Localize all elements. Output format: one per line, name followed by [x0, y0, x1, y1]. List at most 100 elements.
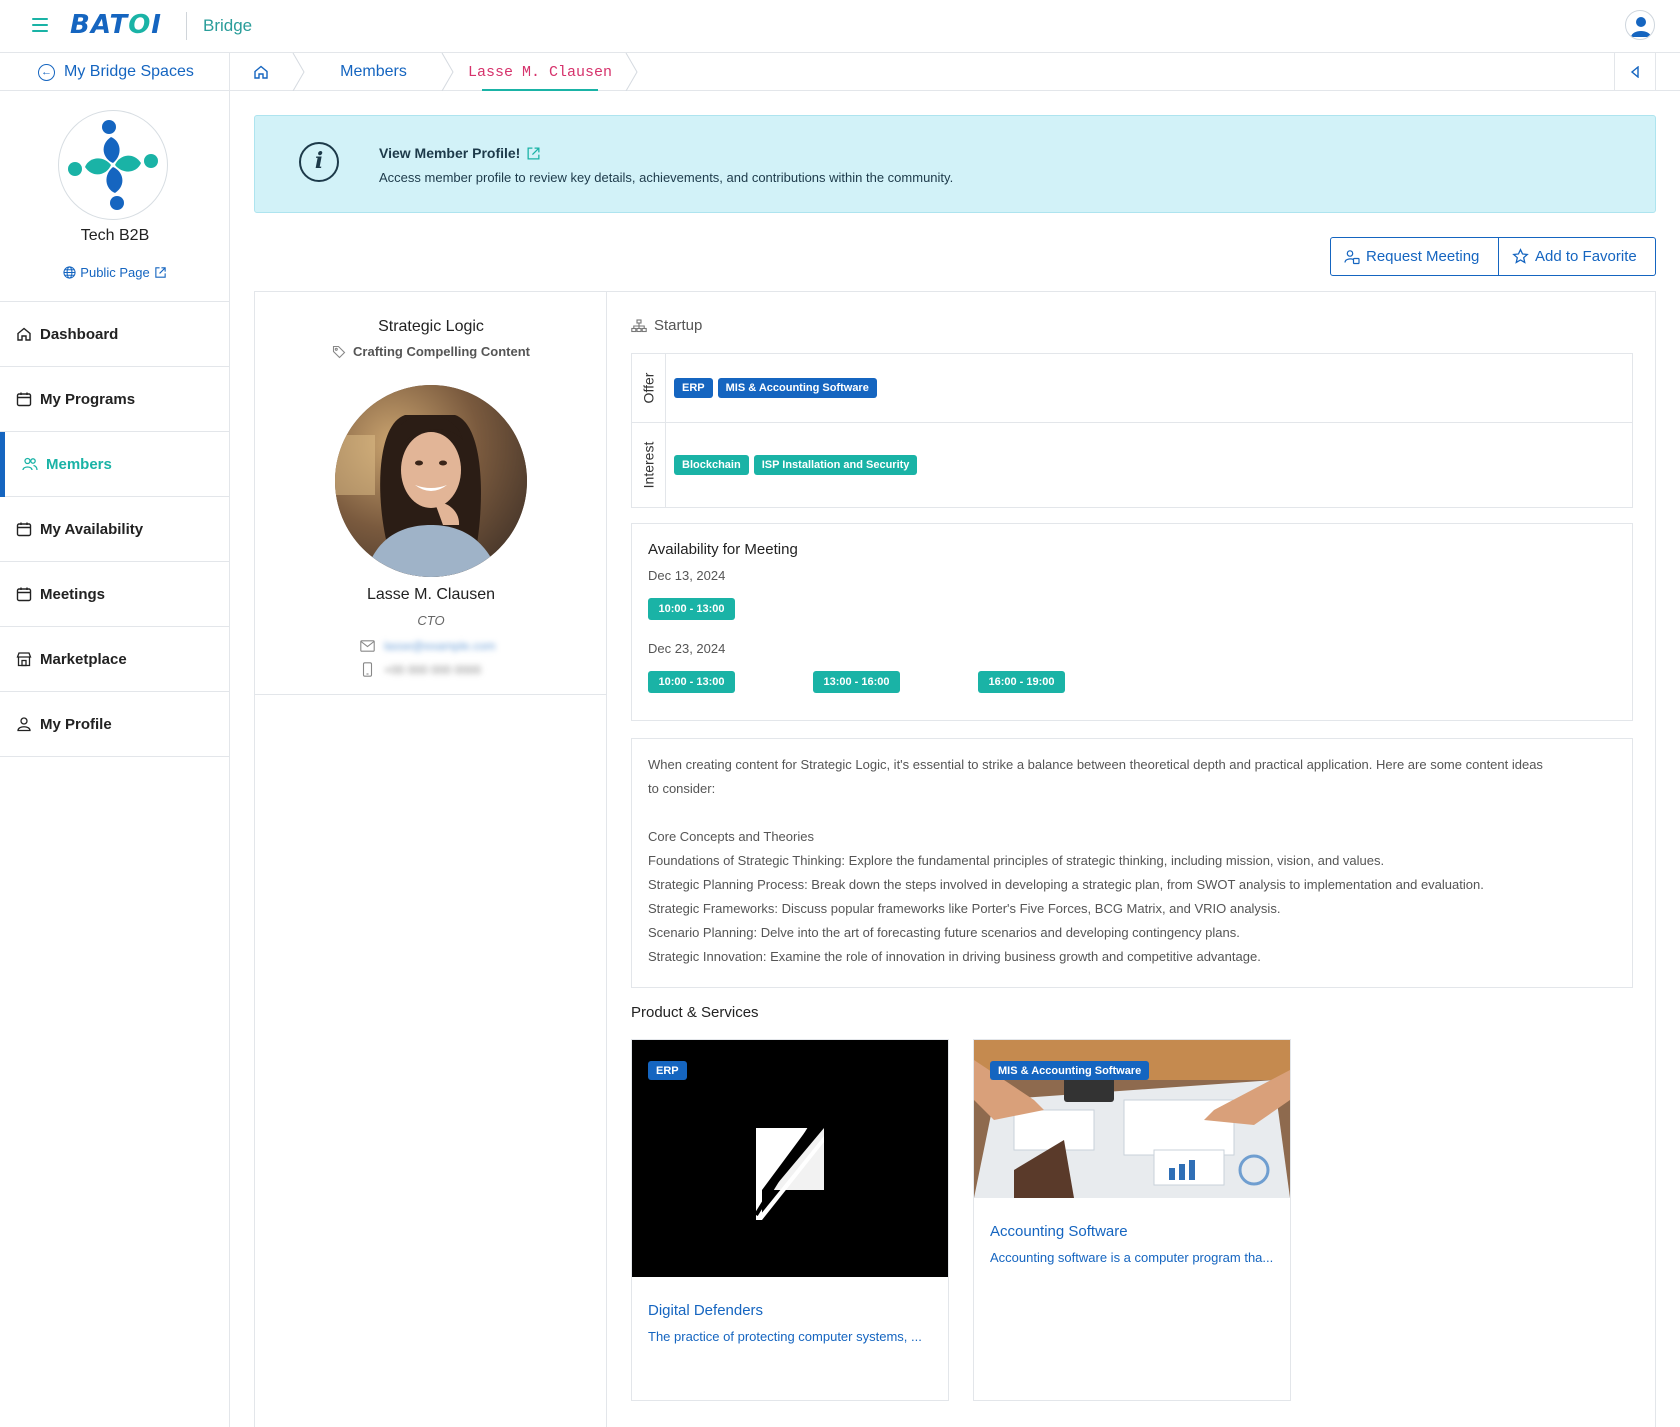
brand-logo[interactable]: BATOI [70, 10, 162, 40]
availability-box: Availability for Meeting Dec 13, 2024 10… [631, 523, 1633, 721]
product-category-tag: ERP [648, 1061, 687, 1080]
member-phone[interactable]: +00 000 000 0000 [384, 663, 481, 677]
product-description: The practice of protecting computer syst… [648, 1329, 922, 1344]
offer-tag: ERP [674, 378, 713, 398]
interest-tag: ISP Installation and Security [753, 455, 918, 475]
member-photo [335, 385, 527, 577]
sidebar-item-meetings[interactable]: Meetings [0, 562, 229, 627]
store-icon [16, 652, 32, 667]
breadcrumb-separator-icon [292, 53, 305, 91]
member-detail-card: Strategic Logic Crafting Compelling Cont… [254, 291, 1656, 1427]
org-block: Tech B2B Public Page [0, 91, 229, 302]
spaces-label: My Bridge Spaces [64, 63, 194, 80]
interest-label: Interest [640, 441, 657, 489]
back-arrow-icon: ← [38, 63, 55, 81]
product-description: Accounting software is a computer progra… [990, 1250, 1274, 1265]
add-to-favorite-button[interactable]: Add to Favorite [1499, 237, 1656, 276]
triangle-left-icon [1630, 66, 1639, 78]
product-card[interactable]: ERP Digital Defenders The practice of pr… [631, 1039, 949, 1401]
sidebar-item-label: My Availability [40, 520, 144, 538]
calendar-icon [16, 587, 32, 602]
request-meeting-label: Request Meeting [1366, 248, 1480, 265]
add-to-favorite-label: Add to Favorite [1535, 248, 1637, 265]
collapse-panel-button[interactable] [1614, 53, 1656, 91]
sidebar-item-marketplace[interactable]: Marketplace [0, 627, 229, 692]
offer-header: Offer [632, 354, 666, 422]
description-line: Strategic Planning Process: Break down t… [648, 877, 1484, 892]
offer-tags: ERP MIS & Accounting Software [666, 354, 1632, 422]
company-name: Strategic Logic [378, 318, 484, 335]
sidebar-item-members[interactable]: Members [0, 432, 229, 497]
breadcrumb-bar: ← My Bridge Spaces Members Lasse M. Clau… [0, 53, 1680, 91]
hamburger-menu-icon[interactable] [32, 18, 48, 32]
home-icon [254, 65, 268, 79]
email-row: lasse@example.com [360, 639, 496, 653]
calendar-icon [16, 522, 32, 537]
calendar-icon [16, 392, 32, 407]
breadcrumb-current-label: Lasse M. Clausen [467, 63, 613, 81]
user-avatar-icon[interactable] [1625, 10, 1655, 40]
breadcrumb-members[interactable]: Members [306, 53, 441, 91]
external-link-icon [154, 267, 166, 278]
request-meeting-button[interactable]: Request Meeting [1330, 237, 1499, 276]
time-slot[interactable]: 10:00 - 13:00 [648, 598, 735, 620]
sidebar-item-label: Members [46, 455, 112, 473]
tagline-text: Crafting Compelling Content [353, 344, 530, 359]
time-slot[interactable]: 10:00 - 13:00 [648, 671, 735, 693]
breadcrumb-current[interactable]: Lasse M. Clausen [455, 53, 625, 91]
tagline: Crafting Compelling Content [255, 344, 607, 359]
product-category-tag: MIS & Accounting Software [990, 1061, 1150, 1080]
sidebar-item-my-programs[interactable]: My Programs [0, 367, 229, 432]
interest-tags: Blockchain ISP Installation and Security [666, 423, 1632, 507]
org-name: Tech B2B [80, 227, 150, 244]
my-bridge-spaces-link[interactable]: ← My Bridge Spaces [0, 53, 230, 91]
active-underline [482, 89, 598, 91]
offer-row: Offer ERP MIS & Accounting Software [632, 354, 1632, 423]
sidebar-item-label: Marketplace [40, 650, 127, 668]
tag-icon [332, 345, 346, 358]
time-slot[interactable]: 16:00 - 19:00 [978, 671, 1065, 693]
phone-icon [362, 662, 373, 677]
description-line: Scenario Planning: Delve into the art of… [648, 925, 1240, 940]
globe-icon [63, 266, 76, 279]
view-member-profile-link[interactable]: View Member Profile! [379, 145, 541, 161]
category-label: Startup [631, 317, 702, 334]
interest-header: Interest [632, 423, 666, 507]
product-card[interactable]: MIS & Accounting Software Accounting Sof… [973, 1039, 1291, 1401]
user-calendar-icon [1344, 249, 1360, 264]
sidebar-item-my-profile[interactable]: My Profile [0, 692, 229, 757]
users-icon [22, 457, 38, 471]
interest-tag: Blockchain [674, 455, 749, 475]
info-icon: i [299, 142, 339, 182]
breadcrumb-home[interactable] [230, 53, 292, 91]
mail-icon [360, 640, 375, 652]
products-title: Product & Services [631, 1004, 759, 1021]
public-page-link[interactable]: Public Page [0, 265, 230, 280]
description-line: to consider: [648, 781, 716, 796]
description-line [648, 801, 1616, 825]
time-slot[interactable]: 13:00 - 16:00 [813, 671, 900, 693]
member-name: Lasse M. Clausen [366, 586, 496, 603]
sidebar-item-label: My Programs [40, 390, 136, 408]
sidebar-item-label: Meetings [40, 585, 106, 603]
sidebar-item-dashboard[interactable]: Dashboard [0, 302, 229, 367]
description-line: Strategic Innovation: Examine the role o… [648, 949, 1261, 964]
breadcrumb-separator-icon [625, 53, 638, 91]
product-name[interactable]: Accounting Software [990, 1223, 1128, 1240]
sidebar: Tech B2B Public Page Dashboard My Progra… [0, 91, 230, 1427]
description-line: Strategic Frameworks: Discuss popular fr… [648, 901, 1281, 916]
sidebar-item-my-availability[interactable]: My Availability [0, 497, 229, 562]
star-icon [1512, 248, 1529, 264]
member-title: CTO [417, 613, 445, 628]
availability-date: Dec 23, 2024 [648, 641, 726, 656]
profile-column: Strategic Logic Crafting Compelling Cont… [255, 292, 607, 1427]
top-bar: BATOI Bridge [0, 0, 1680, 53]
member-email[interactable]: lasse@example.com [384, 639, 496, 653]
org-logo [58, 110, 168, 220]
description-line: Foundations of Strategic Thinking: Explo… [648, 853, 1385, 868]
product-name[interactable]: Digital Defenders [648, 1302, 763, 1319]
product-name: Bridge [203, 16, 253, 35]
org-chart-icon [631, 318, 647, 332]
breadcrumb-separator-icon [441, 53, 454, 91]
profile-block: Strategic Logic Crafting Compelling Cont… [255, 292, 606, 695]
